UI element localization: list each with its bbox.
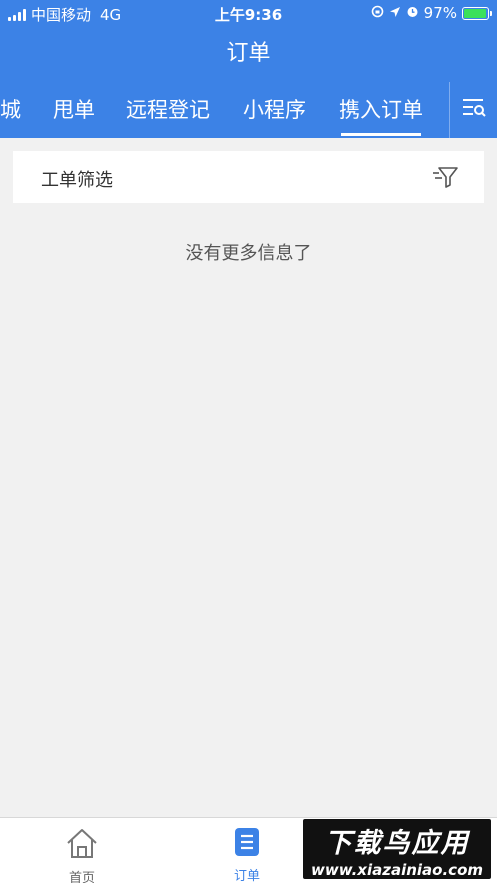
battery-percent: 97% xyxy=(423,4,457,22)
status-bar: 中国移动 4G 上午9:36 97% xyxy=(0,0,497,26)
filter-label: 工单筛选 xyxy=(41,170,113,191)
battery-icon xyxy=(462,6,492,20)
watermark-url: www.xiazainiao.com xyxy=(310,861,484,879)
location-icon xyxy=(389,4,401,22)
page-title: 订单 xyxy=(0,26,497,82)
nav-home-label: 首页 xyxy=(68,871,95,883)
nav-home[interactable]: 首页 xyxy=(42,826,122,883)
filter-bar[interactable]: 工单筛选 xyxy=(13,151,484,203)
filter-icon[interactable] xyxy=(432,164,460,190)
watermark: 下载鸟应用 www.xiazainiao.com xyxy=(303,819,491,879)
home-icon xyxy=(64,829,100,864)
tab-mall[interactable]: 商城 xyxy=(0,94,21,124)
tab-remote-register[interactable]: 远程登记 xyxy=(126,94,210,124)
tab-menu-button[interactable] xyxy=(449,82,497,138)
watermark-title: 下载鸟应用 xyxy=(324,828,470,859)
tab-carry-in-orders[interactable]: 携入订单 xyxy=(339,94,423,136)
screen-lock-icon xyxy=(371,4,384,22)
nav-orders[interactable]: 订单 xyxy=(207,826,287,883)
list-search-icon xyxy=(461,97,487,123)
nav-orders-label: 订单 xyxy=(233,869,260,883)
order-tabs: 商城 甩单 远程登记 小程序 携入订单 xyxy=(0,82,497,138)
order-list-area: 工单筛选 没有更多信息了 xyxy=(13,151,484,809)
alarm-icon xyxy=(406,4,419,22)
tab-dispatch[interactable]: 甩单 xyxy=(53,94,95,124)
empty-message: 没有更多信息了 xyxy=(185,243,312,264)
order-list-icon xyxy=(232,828,262,862)
tab-mini-program[interactable]: 小程序 xyxy=(243,94,306,124)
